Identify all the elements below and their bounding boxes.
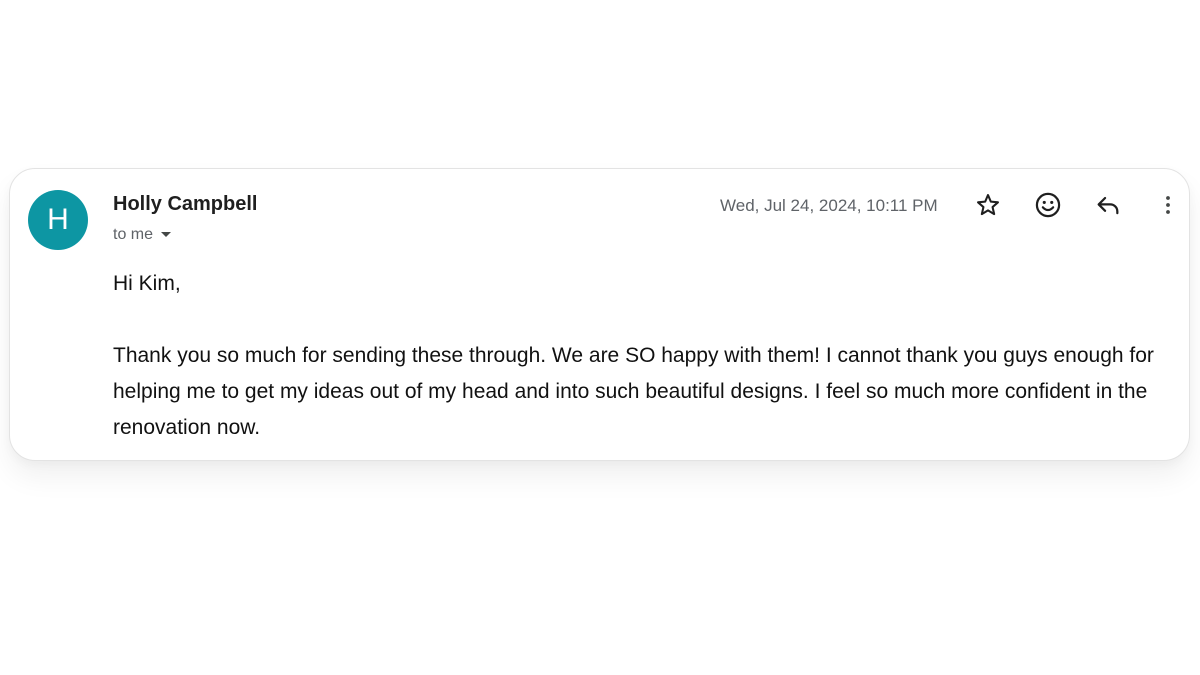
message-greeting: Hi Kim, <box>113 272 181 295</box>
email-message-card: H Holly Campbell to me Wed, Jul 24, 2024… <box>9 168 1190 461</box>
message-paragraph: Thank you so much for sending these thro… <box>113 344 1154 439</box>
star-button[interactable] <box>970 187 1006 223</box>
recipient-label: to me <box>113 226 154 243</box>
recipient-details-toggle[interactable]: to me <box>113 226 172 244</box>
sender-avatar[interactable]: H <box>28 190 88 250</box>
emoji-reaction-icon <box>1035 192 1061 218</box>
sender-name[interactable]: Holly Campbell <box>113 193 257 216</box>
chevron-down-icon <box>161 232 172 237</box>
reply-button[interactable] <box>1090 187 1126 223</box>
add-reaction-button[interactable] <box>1030 187 1066 223</box>
message-timestamp: Wed, Jul 24, 2024, 10:11 PM <box>720 196 938 215</box>
more-options-button[interactable] <box>1150 187 1186 223</box>
message-body: Hi Kim, Thank you so much for sending th… <box>113 266 1173 446</box>
more-vertical-icon <box>1166 196 1170 214</box>
star-outline-icon <box>977 194 999 216</box>
reply-arrow-icon <box>1097 196 1119 215</box>
